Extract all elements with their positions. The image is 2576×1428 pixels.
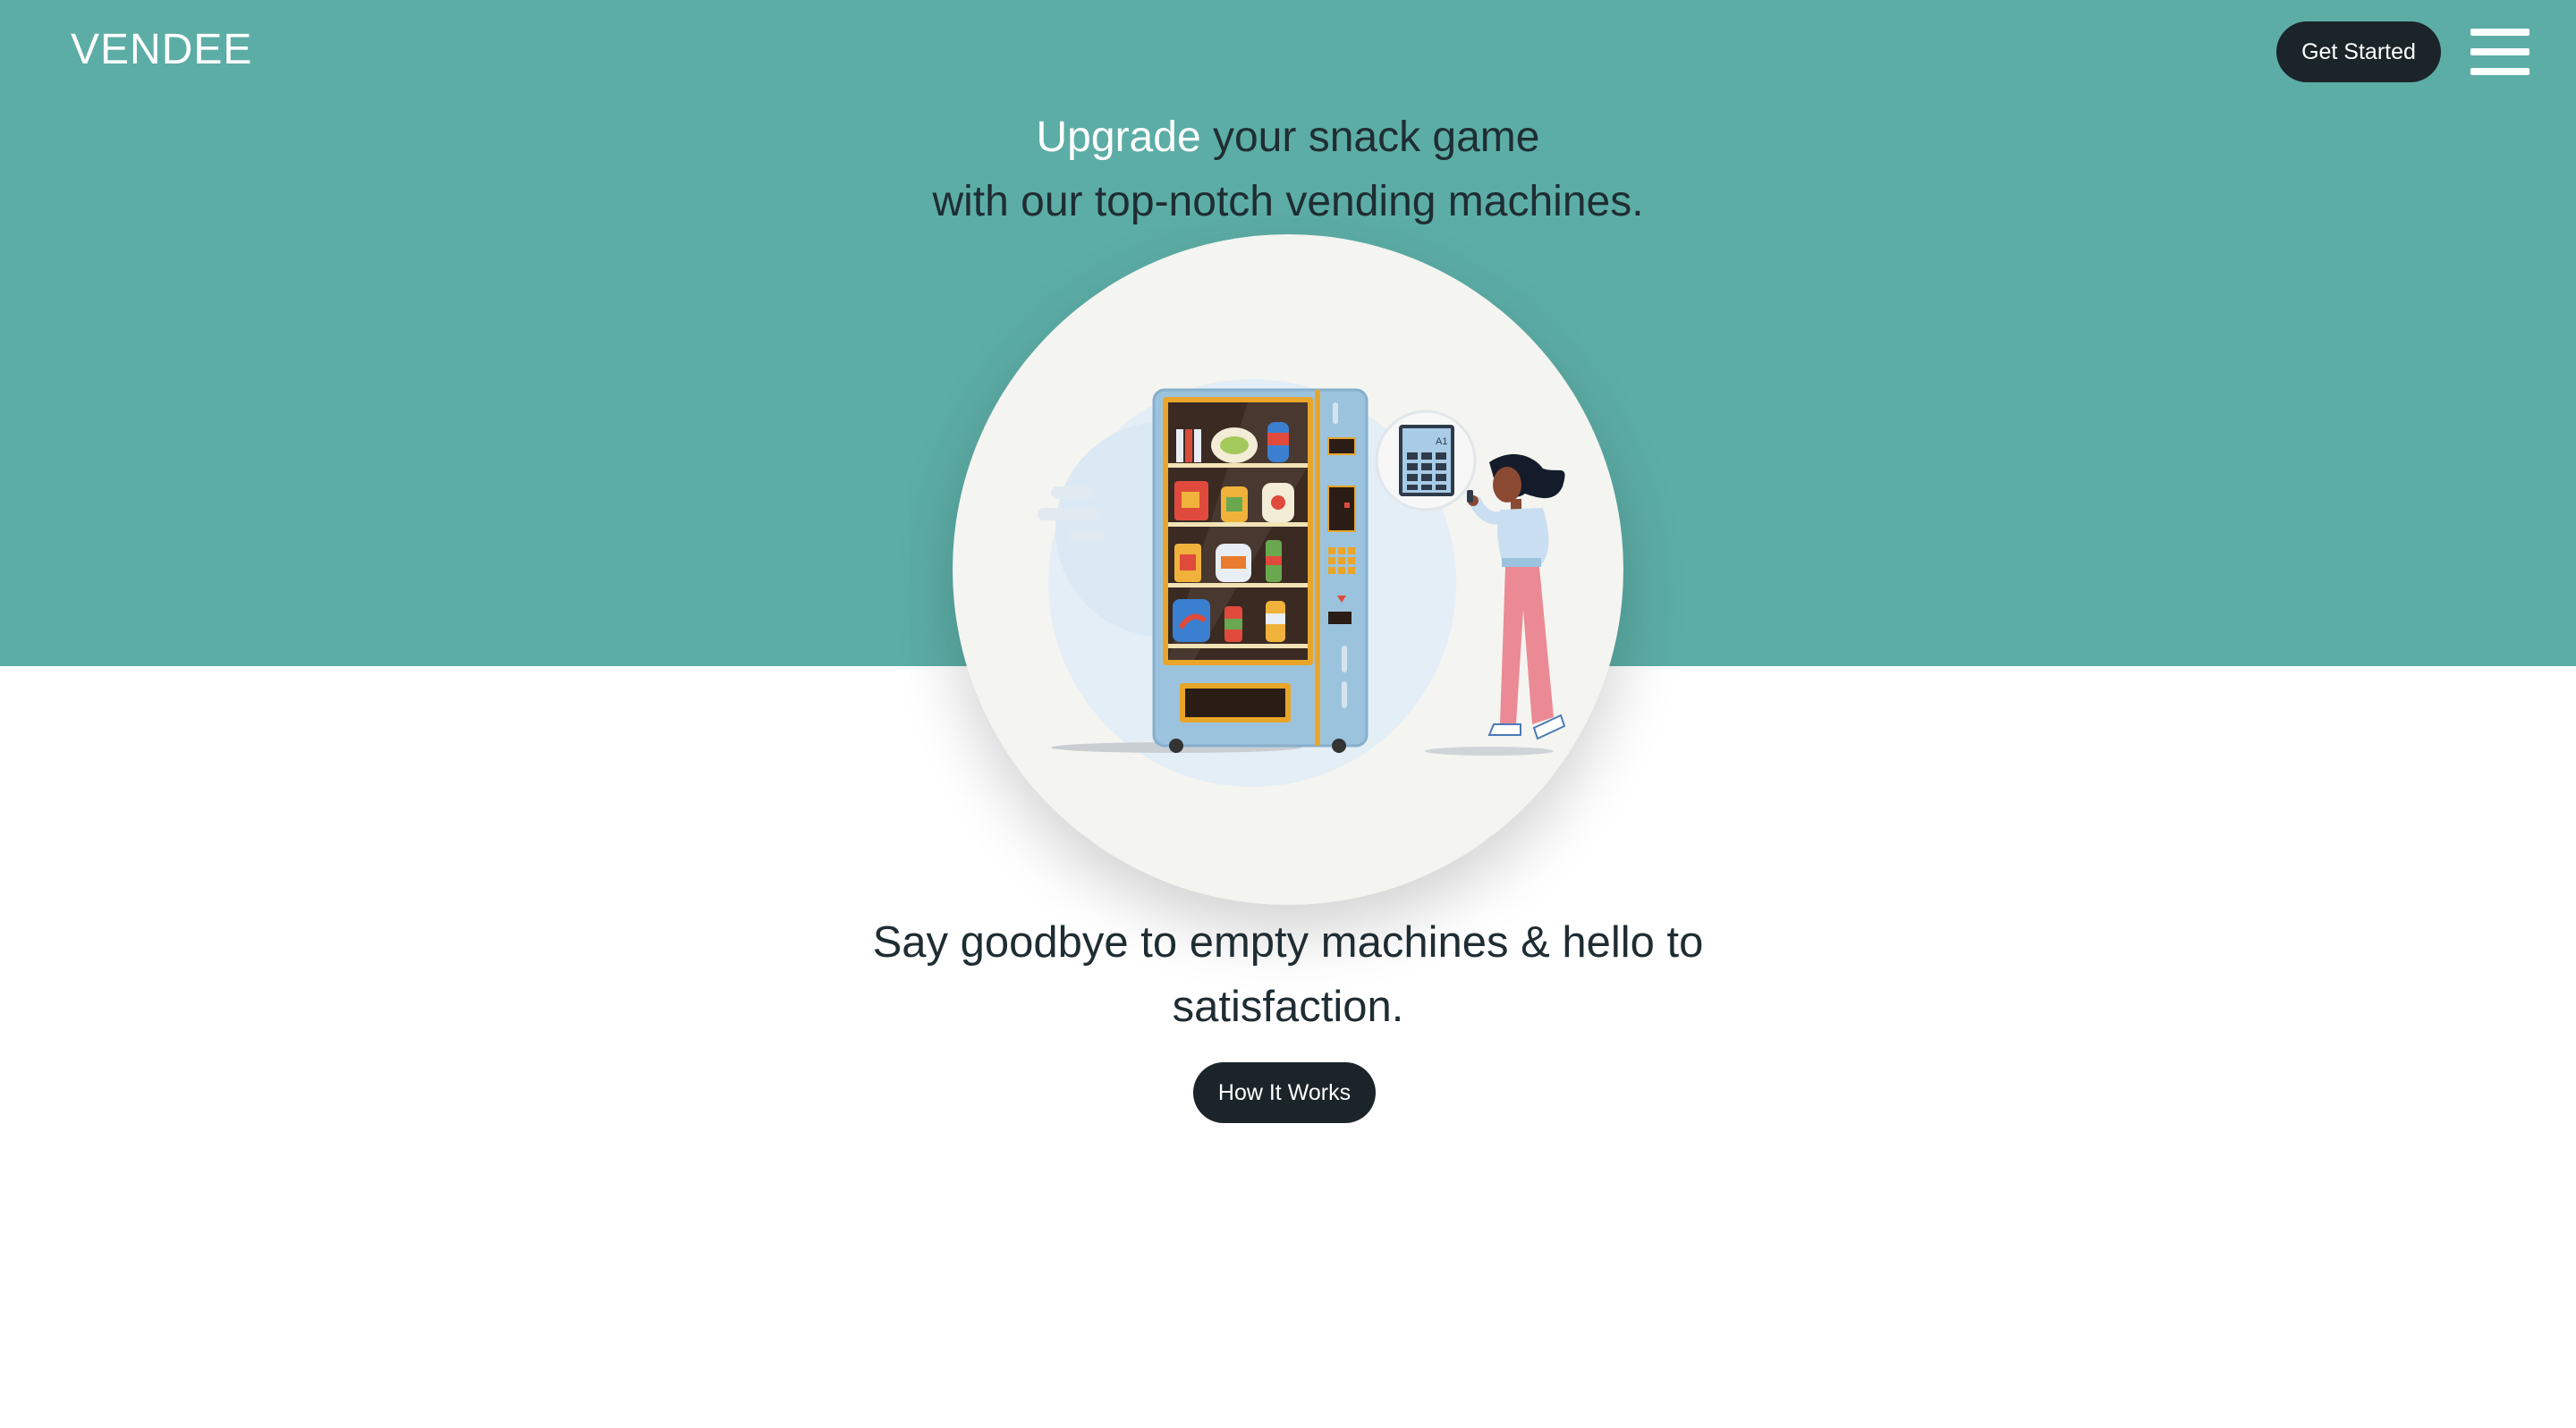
get-started-button[interactable]: Get Started — [2276, 21, 2441, 82]
headline-line-2: with our top-notch vending machines. — [932, 178, 1644, 225]
headline-rest: your snack game — [1200, 114, 1540, 161]
headline-accent-word: Upgrade — [1036, 114, 1201, 161]
hero-illustration-circle: A1 — [953, 234, 1623, 905]
keypad-label: A1 — [1436, 436, 1447, 447]
how-it-works-button[interactable]: How It Works — [1193, 1062, 1376, 1123]
headline-line-1: Upgrade your snack game — [0, 106, 2576, 170]
vending-machine-illustration: A1 — [1038, 379, 1566, 787]
tagline-line-1: Say goodbye to empty machines & hello to — [872, 918, 1704, 967]
hero-headline: Upgrade your snack game with our top-not… — [0, 106, 2576, 234]
hero-tagline: Say goodbye to empty machines & hello to… — [0, 910, 2576, 1039]
brand-logo[interactable]: VENDEE — [71, 25, 252, 74]
hamburger-menu-icon[interactable] — [2470, 29, 2529, 75]
tagline-line-2: satisfaction. — [1172, 983, 1404, 1031]
page: VENDEE Get Started Upgrade your snack ga… — [0, 0, 2576, 1428]
